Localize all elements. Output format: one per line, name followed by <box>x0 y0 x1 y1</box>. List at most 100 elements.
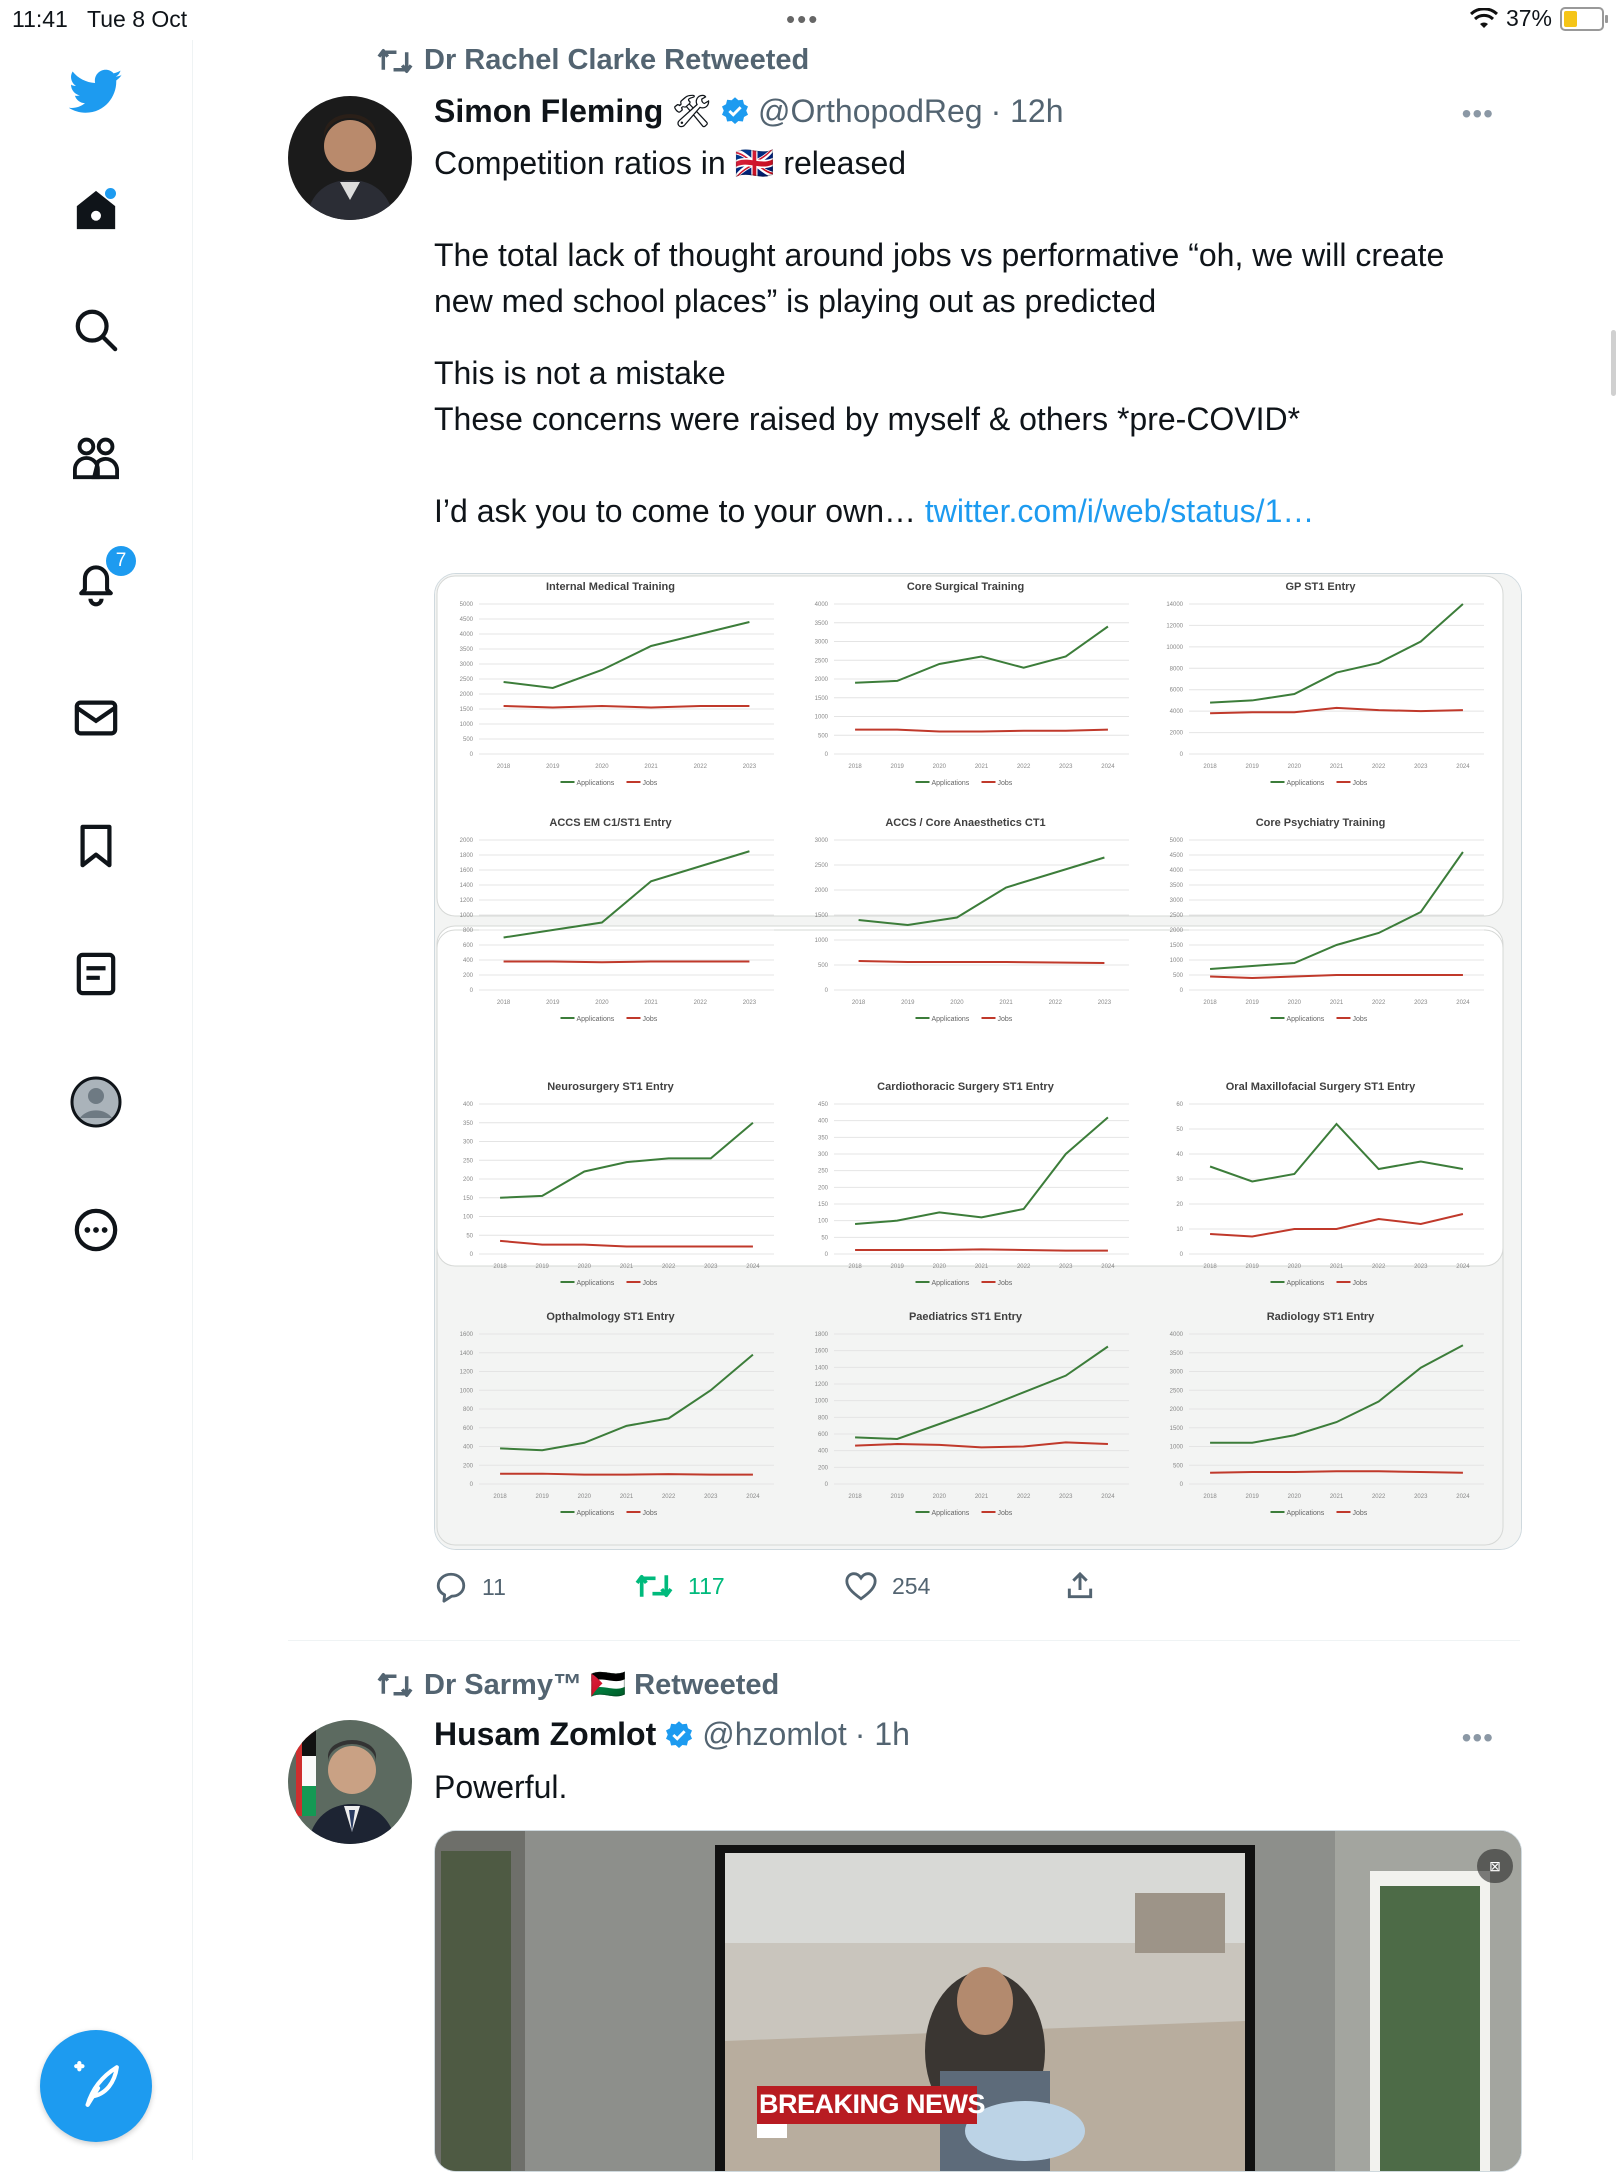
twitter-logo-icon[interactable] <box>64 60 128 124</box>
y-tick-label: 500 <box>818 963 829 969</box>
more-icon[interactable] <box>64 1198 128 1262</box>
tweet-text: Powerful. <box>434 1769 568 1805</box>
home-icon[interactable] <box>64 178 128 242</box>
y-tick-label: 30 <box>1176 1177 1183 1183</box>
y-tick-label: 2000 <box>1170 1407 1184 1413</box>
author-name[interactable]: Husam Zomlot <box>434 1716 656 1753</box>
author-handle[interactable]: @OrthopodReg <box>758 93 983 130</box>
x-tick-label: 2022 <box>1017 764 1031 770</box>
y-tick-label: 200 <box>818 1185 829 1191</box>
chart-title: GP ST1 Entry <box>1285 581 1356 593</box>
chart-title: Paediatrics ST1 Entry <box>909 1311 1023 1323</box>
profile-icon[interactable] <box>64 1070 128 1134</box>
y-tick-label: 1000 <box>460 1388 474 1394</box>
svg-text:⊠: ⊠ <box>1489 1858 1501 1874</box>
x-tick-label: 2020 <box>578 1494 592 1500</box>
more-options-icon[interactable]: ••• <box>1462 1722 1494 1754</box>
share-button[interactable] <box>1064 1570 1096 1602</box>
chart-title: Opthalmology ST1 Entry <box>546 1311 675 1323</box>
retweet-context[interactable]: Dr Rachel Clarke Retweeted <box>376 44 809 77</box>
retweet-context[interactable]: Dr Sarmy™ 🇵🇸 Retweeted <box>376 1668 779 1702</box>
y-tick-label: 400 <box>463 1102 474 1108</box>
y-tick-label: 3000 <box>1170 1370 1184 1376</box>
x-tick-label: 2021 <box>620 1264 634 1270</box>
y-tick-label: 3000 <box>1170 898 1184 904</box>
status-time: 11:41 <box>12 6 68 32</box>
y-tick-label: 4000 <box>815 602 829 608</box>
y-tick-label: 2000 <box>1170 731 1184 737</box>
chart-title: Internal Medical Training <box>546 581 675 593</box>
retweet-button[interactable]: 117 <box>634 1570 725 1602</box>
y-tick-label: 1000 <box>460 913 474 919</box>
compose-tweet-button[interactable] <box>40 2030 152 2142</box>
legend-label: Applications <box>577 1510 615 1517</box>
x-tick-label: 2018 <box>493 1264 507 1270</box>
y-tick-label: 3500 <box>460 647 474 653</box>
y-tick-label: 4000 <box>1170 868 1184 874</box>
jobs-series-line <box>500 1472 753 1476</box>
y-tick-label: 450 <box>818 1102 829 1108</box>
tweet[interactable]: Dr Sarmy™ 🇵🇸 Retweeted Husam Zomlot @hzo… <box>288 1664 1522 2172</box>
legend-label: Applications <box>1287 1280 1325 1287</box>
y-tick-label: 50 <box>466 1233 473 1239</box>
x-tick-label: 2024 <box>1101 1264 1115 1270</box>
y-tick-label: 200 <box>463 1463 474 1469</box>
scrollbar[interactable] <box>1611 330 1616 396</box>
x-tick-label: 2018 <box>1203 764 1217 770</box>
tweet-time[interactable]: · 1h <box>855 1716 910 1753</box>
y-tick-label: 1800 <box>815 1332 829 1338</box>
x-tick-label: 2024 <box>746 1264 760 1270</box>
author-name[interactable]: Simon Fleming <box>434 93 663 130</box>
x-tick-label: 2023 <box>743 764 757 770</box>
y-tick-label: 500 <box>1173 973 1184 979</box>
legend-label: Applications <box>1287 780 1325 787</box>
more-options-icon[interactable]: ••• <box>1462 98 1494 130</box>
legend-label: Applications <box>577 1280 615 1287</box>
x-tick-label: 2023 <box>1414 1264 1428 1270</box>
multitasking-dots-icon[interactable]: ••• <box>786 4 819 35</box>
tweet-video[interactable]: ⊠ BREAKING NEWS <box>434 1830 1522 2172</box>
retweet-small-icon <box>377 1673 413 1697</box>
y-tick-label: 150 <box>818 1202 829 1208</box>
messages-icon[interactable] <box>64 686 128 750</box>
y-tick-label: 12000 <box>1166 623 1183 629</box>
tweet-time[interactable]: · 12h <box>991 93 1064 130</box>
x-tick-label: 2018 <box>848 1264 862 1270</box>
author-handle[interactable]: @hzomlot <box>702 1716 847 1753</box>
avatar[interactable] <box>288 96 412 220</box>
search-icon[interactable] <box>64 298 128 362</box>
legend-label: Applications <box>1287 1510 1325 1517</box>
y-tick-label: 40 <box>1176 1152 1183 1158</box>
tweet-link[interactable]: twitter.com/i/web/status/1… <box>925 493 1314 529</box>
y-tick-label: 1600 <box>815 1349 829 1355</box>
y-tick-label: 500 <box>463 737 474 743</box>
sidebar: 7 <box>0 40 193 2160</box>
y-tick-label: 5000 <box>460 602 474 608</box>
y-tick-label: 3000 <box>815 838 829 844</box>
y-tick-label: 2000 <box>1170 928 1184 934</box>
x-tick-label: 2023 <box>704 1264 718 1270</box>
reply-icon <box>436 1572 466 1603</box>
legend-label: Jobs <box>1353 1016 1368 1023</box>
x-tick-label: 2019 <box>536 1494 550 1500</box>
avatar[interactable] <box>288 1720 412 1844</box>
y-tick-label: 5000 <box>1170 838 1184 844</box>
communities-icon[interactable] <box>64 426 128 490</box>
lists-icon[interactable] <box>64 942 128 1006</box>
reply-button[interactable]: 11 <box>434 1570 506 1604</box>
like-button[interactable]: 254 <box>844 1570 930 1602</box>
retweet-count: 117 <box>688 1572 725 1599</box>
bookmarks-icon[interactable] <box>64 814 128 878</box>
x-tick-label: 2023 <box>1059 764 1073 770</box>
tweet[interactable]: Dr Rachel Clarke Retweeted Simon Fleming… <box>288 40 1522 1640</box>
legend-label: Jobs <box>1353 1510 1368 1517</box>
x-tick-label: 2022 <box>1372 1000 1386 1006</box>
x-tick-label: 2021 <box>1330 764 1344 770</box>
legend-label: Applications <box>932 1016 970 1023</box>
compose-tweet-icon <box>74 2061 119 2107</box>
tweet-image-charts[interactable]: Internal Medical Training 5000 4500 4000 350… <box>434 573 1522 1550</box>
y-tick-label: 1200 <box>815 1382 829 1388</box>
legend-label: Jobs <box>643 1280 658 1287</box>
y-tick-label: 2500 <box>1170 913 1184 919</box>
notifications-icon[interactable]: 7 <box>64 546 136 616</box>
